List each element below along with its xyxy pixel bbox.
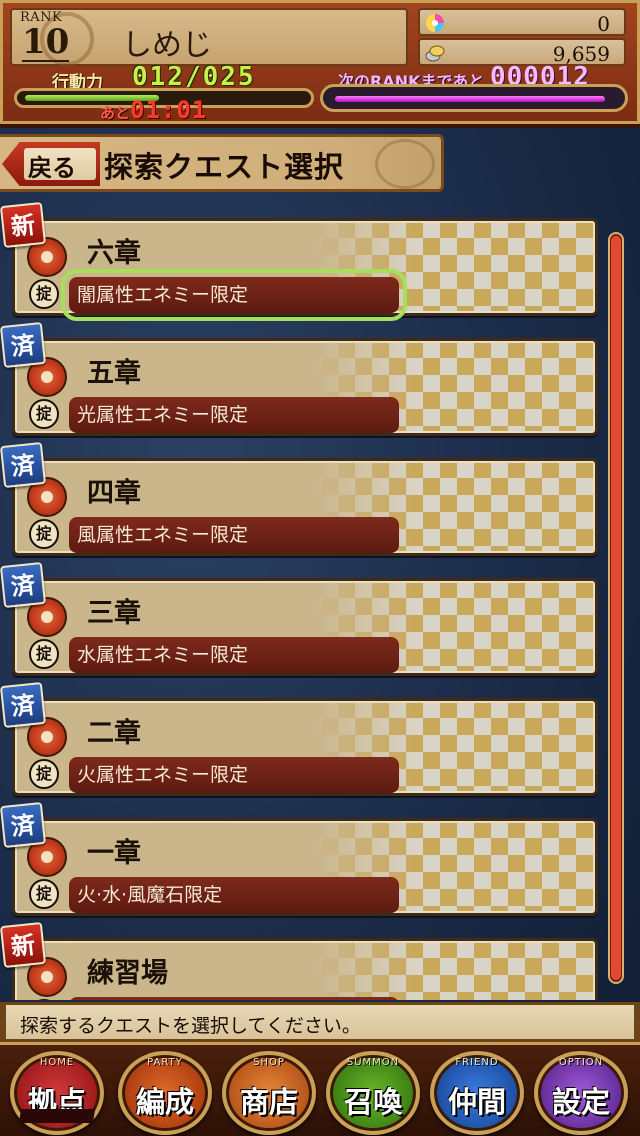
coin-stack-icon (425, 45, 445, 62)
back-button-label: 戻る (28, 154, 76, 182)
nav-label: 設定 (551, 1085, 610, 1119)
cleared-badge: 済 (0, 441, 47, 489)
quest-item[interactable]: 二章掟火属性エネミー限定 (12, 698, 598, 796)
rule-icon: 掟 (29, 519, 59, 549)
scrollbar[interactable] (608, 232, 624, 984)
quest-rule: 闇属性エネミー限定 (61, 269, 407, 321)
quest-item[interactable]: 五章掟光属性エネミー限定 (12, 338, 598, 436)
nav-label: 拠点 (27, 1085, 86, 1119)
cleared-badge: 済 (0, 801, 47, 849)
quest-rule: 風属性エネミー限定 (69, 517, 399, 553)
player-name: しめじ (122, 28, 212, 63)
nav-caption: HOME (39, 1057, 75, 1068)
hint-text: 探索するクエストを選択してください。 (20, 1015, 361, 1037)
rule-icon: 掟 (29, 759, 59, 789)
quest-title: 四章 (87, 478, 141, 509)
rule-icon: 掟 (29, 279, 59, 309)
nav-label: 商店 (239, 1085, 298, 1119)
rainbow-gem-icon (426, 14, 444, 32)
new-badge: 新 (0, 921, 47, 969)
app-screen: RANK 10 しめじ 0 9,659 行動力 012/025 あと 01:01… (0, 0, 640, 1136)
quest-title: 一章 (87, 838, 141, 869)
cleared-badge: 済 (0, 321, 47, 369)
quest-rule: 光属性エネミー限定 (69, 397, 399, 433)
status-header: RANK 10 しめじ 0 9,659 行動力 012/025 あと 01:01… (0, 0, 640, 128)
rule-icon: 掟 (29, 639, 59, 669)
nav-friend-button[interactable]: FRIEND 仲間 (430, 1051, 524, 1135)
hint-bar: 探索するクエストを選択してください。 (0, 1002, 640, 1042)
scrollbar-thumb[interactable] (611, 236, 621, 980)
quest-item[interactable]: 六章掟闇属性エネミー限定 (12, 218, 598, 321)
cleared-badge: 済 (0, 561, 47, 609)
page-title: 探索クエスト選択 (104, 150, 345, 184)
rule-icon: 掟 (29, 399, 59, 429)
quest-item[interactable]: 三章掟水属性エネミー限定 (12, 578, 598, 676)
new-badge: 新 (0, 201, 47, 249)
quest-rule: 火属性エネミー限定 (69, 757, 399, 793)
quest-title: 五章 (87, 358, 141, 389)
nav-home-button[interactable]: HOME 拠点 (10, 1051, 104, 1135)
ap-recover-label: あと (100, 104, 131, 122)
quest-rule: 火·水·風魔石限定 (69, 877, 399, 913)
nav-caption: FRIEND (455, 1057, 499, 1068)
gem-counter: 0 (418, 8, 626, 36)
back-button[interactable]: 戻る (2, 142, 100, 186)
quest-item[interactable]: 四章掟風属性エネミー限定 (12, 458, 598, 556)
quest-title: 二章 (87, 718, 141, 749)
nav-summon-button[interactable]: SUMMON 召喚 (326, 1051, 420, 1135)
exp-bar-fill (335, 96, 605, 102)
quest-item[interactable]: 一章掟火·水·風魔石限定 (12, 818, 598, 916)
nav-label: 召喚 (343, 1085, 402, 1119)
bottom-nav: HOME 拠点 PARTY 編成 SHOP 商店 SUMMON 召喚 FRIEND 仲間 OPTIO… (0, 1042, 640, 1136)
quest-title: 三章 (87, 598, 141, 629)
quest-item[interactable]: 練習場掟 行動力消費無し (12, 938, 598, 1000)
rule-icon: 掟 (29, 879, 59, 909)
quest-title: 練習場 (87, 958, 168, 989)
cleared-badge: 済 (0, 681, 47, 729)
nav-shop-button[interactable]: SHOP 商店 (222, 1051, 316, 1135)
rank-value: 10 (22, 22, 70, 62)
nav-option-button[interactable]: OPTION 設定 (534, 1051, 628, 1135)
nav-party-button[interactable]: PARTY 編成 (118, 1051, 212, 1135)
nav-caption: OPTION (558, 1057, 604, 1068)
quest-rule: 水属性エネミー限定 (69, 637, 399, 673)
flourish-ornament-icon (375, 139, 435, 189)
nav-caption: SUMMON (346, 1057, 400, 1068)
gem-count: 0 (597, 12, 610, 36)
nav-label: 仲間 (447, 1085, 506, 1119)
quest-list[interactable]: 六章掟闇属性エネミー限定新五章掟光属性エネミー限定済四章掟風属性エネミー限定済三… (0, 200, 600, 1000)
quest-rule: 行動力消費無し (69, 997, 399, 1000)
exp-bar (320, 84, 628, 112)
nav-caption: PARTY (147, 1057, 183, 1068)
quest-title: 六章 (87, 238, 141, 269)
nav-caption: SHOP (253, 1057, 285, 1068)
ap-recover-timer: 01:01 (130, 96, 208, 124)
rank-panel: RANK 10 しめじ (10, 8, 408, 66)
nav-label: 編成 (135, 1085, 194, 1119)
rule-icon: 掟 (29, 999, 59, 1000)
